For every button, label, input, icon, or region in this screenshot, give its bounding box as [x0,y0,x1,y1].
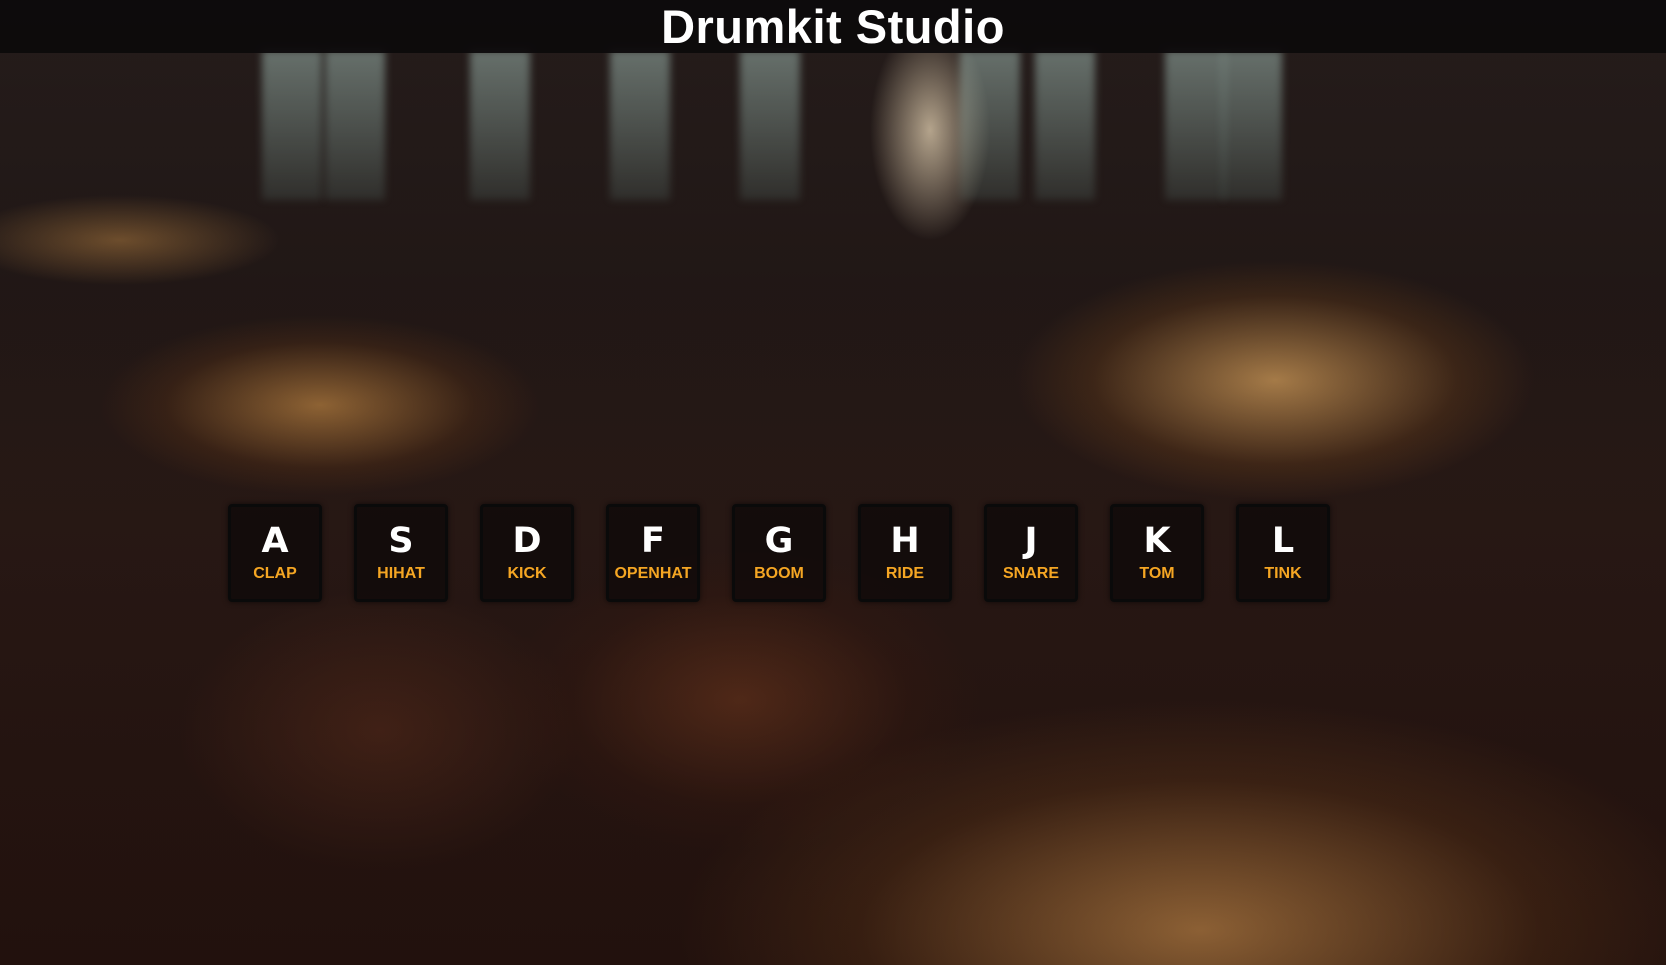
sound-label: TOM [1139,565,1175,582]
drum-key-tink[interactable]: L TINK [1236,504,1330,602]
drum-key-hihat[interactable]: S HIHAT [354,504,448,602]
drum-key-kick[interactable]: D KICK [480,504,574,602]
key-letter: F [641,521,665,561]
sound-label: SNARE [1002,565,1059,582]
sound-label: KICK [507,565,547,582]
sound-label: HIHAT [377,565,425,582]
sound-label: BOOM [754,565,804,582]
drum-key-snare[interactable]: J SNARE [984,504,1078,602]
drum-key-ride[interactable]: H RIDE [858,504,952,602]
drum-keys: A CLAP S HIHAT D KICK F OPENHAT G BOOM H… [228,504,1330,602]
page-title: Drumkit Studio [661,0,1005,53]
app-header: Drumkit Studio [0,0,1666,53]
key-letter: D [512,521,542,561]
drum-key-clap[interactable]: A CLAP [228,504,322,602]
drum-key-tom[interactable]: K TOM [1110,504,1204,602]
background-overlay [0,0,1666,965]
key-letter: S [388,521,414,561]
key-letter: A [261,521,289,561]
drum-kit-background: Drumkit Studio A CLAP S HIHAT D KICK F O… [0,0,1666,965]
key-letter: H [890,521,920,561]
sound-label: CLAP [253,565,297,582]
sound-label: TINK [1264,565,1302,582]
key-letter: K [1143,521,1171,561]
key-letter: J [1024,521,1038,561]
sound-label: RIDE [885,565,925,582]
drum-key-boom[interactable]: G BOOM [732,504,826,602]
key-letter: G [764,521,794,561]
sound-label: OPENHAT [614,565,692,582]
key-letter: L [1271,521,1295,561]
drum-key-openhat[interactable]: F OPENHAT [606,504,700,602]
